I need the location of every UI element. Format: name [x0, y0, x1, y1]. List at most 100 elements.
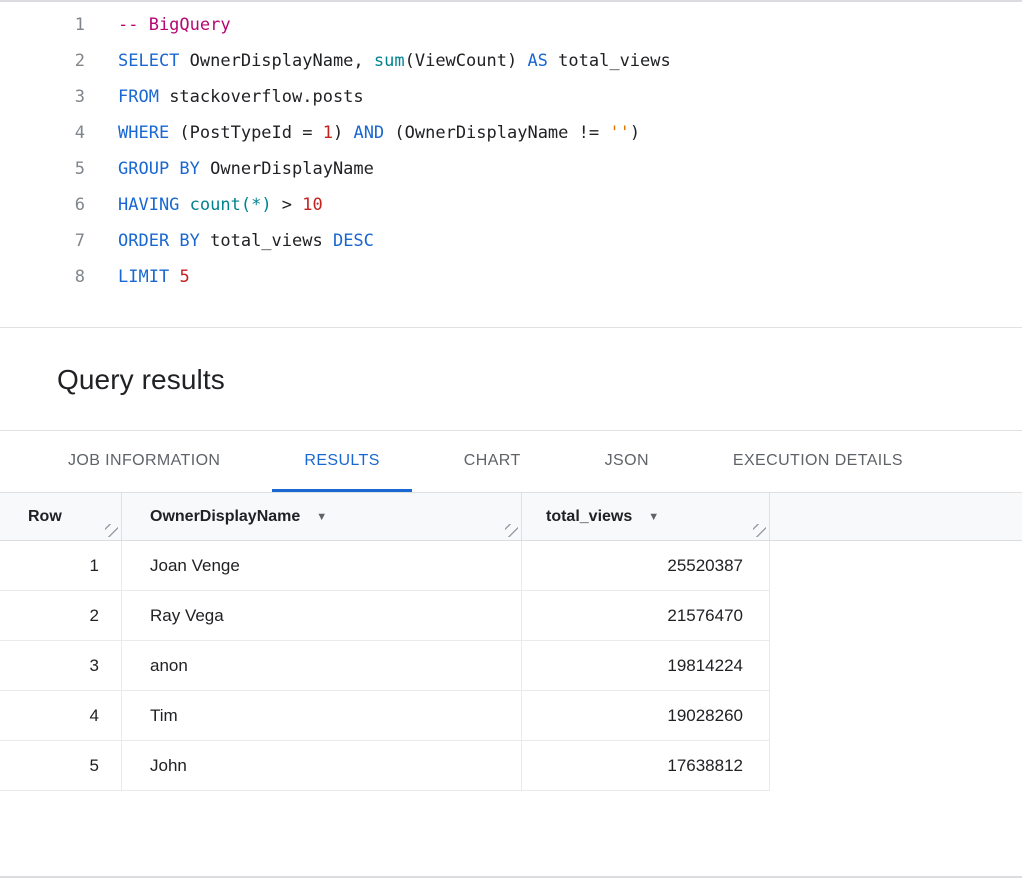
- code-token-number: 10: [302, 195, 322, 215]
- sort-arrow-icon[interactable]: ▼: [316, 511, 327, 523]
- owner-display-name-cell: Tim: [122, 691, 522, 740]
- code-token-keyword: HAVING: [118, 195, 179, 215]
- table-row: 1Joan Venge25520387: [0, 541, 770, 591]
- code-token-keyword: AND: [353, 123, 384, 143]
- column-resize-handle-icon[interactable]: [753, 524, 766, 537]
- tab-chart[interactable]: CHART: [432, 431, 553, 492]
- code-token-function: sum: [374, 51, 405, 71]
- line-number: 8: [0, 259, 85, 295]
- total-views-cell: 19814224: [522, 641, 770, 690]
- code-text: -- BigQuery: [118, 7, 231, 43]
- code-token-function: count(*): [190, 195, 272, 215]
- table-row: 2Ray Vega21576470: [0, 591, 770, 641]
- code-token-text: ): [333, 123, 353, 143]
- code-token-text: ): [630, 123, 640, 143]
- table-header-row: Row OwnerDisplayName ▼ total_views ▼: [0, 493, 1022, 541]
- column-header-row[interactable]: Row: [0, 493, 122, 540]
- code-token-keyword: AS: [527, 51, 547, 71]
- code-line: 8 LIMIT 5: [0, 259, 1022, 295]
- column-resize-handle-icon[interactable]: [505, 524, 518, 537]
- tab-results[interactable]: RESULTS: [272, 431, 411, 492]
- column-header-label: Row: [28, 508, 62, 526]
- row-number-cell: 1: [0, 541, 122, 590]
- line-number: 1: [0, 7, 85, 43]
- line-number: 7: [0, 223, 85, 259]
- table-body: 1Joan Venge255203872Ray Vega215764703ano…: [0, 541, 1022, 791]
- query-results-title: Query results: [57, 364, 1022, 396]
- code-token-number: 1: [323, 123, 333, 143]
- code-line: 5 GROUP BY OwnerDisplayName: [0, 151, 1022, 187]
- code-token-keyword: WHERE: [118, 123, 169, 143]
- line-number: 5: [0, 151, 85, 187]
- column-resize-handle-icon[interactable]: [105, 524, 118, 537]
- code-line: 2 SELECT OwnerDisplayName, sum(ViewCount)…: [0, 43, 1022, 79]
- code-token-keyword: GROUP BY: [118, 159, 200, 179]
- line-number: 4: [0, 115, 85, 151]
- line-number: 6: [0, 187, 85, 223]
- column-header-total_views[interactable]: total_views ▼: [522, 493, 770, 540]
- query-results-section: Query results: [0, 328, 1022, 431]
- code-line: 6 HAVING count(*) > 10: [0, 187, 1022, 223]
- code-token-text: [169, 267, 179, 287]
- column-header-fill: [770, 493, 1022, 540]
- code-text: HAVING count(*) > 10: [118, 187, 323, 223]
- code-line: 4 WHERE (PostTypeId = 1) AND (OwnerDispla…: [0, 115, 1022, 151]
- code-text: LIMIT 5: [118, 259, 190, 295]
- code-token-text: OwnerDisplayName,: [179, 51, 373, 71]
- total-views-cell: 17638812: [522, 741, 770, 790]
- total-views-cell: 21576470: [522, 591, 770, 640]
- code-token-number: 5: [179, 267, 189, 287]
- code-token-text: (ViewCount): [405, 51, 528, 71]
- code-token-keyword: SELECT: [118, 51, 179, 71]
- code-token-keyword: DESC: [333, 231, 374, 251]
- code-token-keyword: FROM: [118, 87, 159, 107]
- row-number-cell: 5: [0, 741, 122, 790]
- total-views-cell: 25520387: [522, 541, 770, 590]
- code-line: 7 ORDER BY total_views DESC: [0, 223, 1022, 259]
- code-line: 3 FROM stackoverflow.posts: [0, 79, 1022, 115]
- code-line: 1 -- BigQuery: [0, 7, 1022, 43]
- code-token-text: stackoverflow.posts: [159, 87, 364, 107]
- code-token-text: (OwnerDisplayName !=: [384, 123, 609, 143]
- code-token-text: [179, 195, 189, 215]
- code-text: ORDER BY total_views DESC: [118, 223, 374, 259]
- code-text: WHERE (PostTypeId = 1) AND (OwnerDisplay…: [118, 115, 640, 151]
- code-lines: 1 -- BigQuery 2 SELECT OwnerDisplayName, su…: [0, 7, 1022, 295]
- sort-arrow-icon[interactable]: ▼: [648, 511, 659, 523]
- tab-execution-details[interactable]: EXECUTION DETAILS: [701, 431, 935, 492]
- owner-display-name-cell: John: [122, 741, 522, 790]
- row-number-cell: 3: [0, 641, 122, 690]
- results-table: Row OwnerDisplayName ▼ total_views ▼ 1Joan V…: [0, 493, 1022, 791]
- table-row: 3anon19814224: [0, 641, 770, 691]
- line-number: 2: [0, 43, 85, 79]
- sql-editor[interactable]: 1 -- BigQuery 2 SELECT OwnerDisplayName, su…: [0, 2, 1022, 328]
- bigquery-console: 1 -- BigQuery 2 SELECT OwnerDisplayName, su…: [0, 0, 1022, 878]
- code-text: SELECT OwnerDisplayName, sum(ViewCount) …: [118, 43, 671, 79]
- owner-display-name-cell: anon: [122, 641, 522, 690]
- code-token-text: total_views: [548, 51, 671, 71]
- code-token-text: OwnerDisplayName: [200, 159, 374, 179]
- code-token-keyword: ORDER BY: [118, 231, 200, 251]
- column-header-label: total_views: [546, 508, 632, 526]
- code-token-text: total_views: [200, 231, 333, 251]
- row-number-cell: 2: [0, 591, 122, 640]
- table-row: 5John17638812: [0, 741, 770, 791]
- tab-json[interactable]: JSON: [573, 431, 681, 492]
- line-number: 3: [0, 79, 85, 115]
- owner-display-name-cell: Joan Venge: [122, 541, 522, 590]
- table-row: 4Tim19028260: [0, 691, 770, 741]
- tab-job-information[interactable]: JOB INFORMATION: [36, 431, 252, 492]
- code-token-keyword: LIMIT: [118, 267, 169, 287]
- owner-display-name-cell: Ray Vega: [122, 591, 522, 640]
- row-number-cell: 4: [0, 691, 122, 740]
- column-header-label: OwnerDisplayName: [150, 508, 300, 526]
- column-header-ownerdisplayname[interactable]: OwnerDisplayName ▼: [122, 493, 522, 540]
- results-tab-bar: JOB INFORMATION RESULTS CHART JSON EXECUTION…: [0, 431, 1022, 493]
- code-token-text: >: [272, 195, 303, 215]
- code-text: GROUP BY OwnerDisplayName: [118, 151, 374, 187]
- code-token-comment: -- BigQuery: [118, 15, 231, 35]
- code-token-string: '': [609, 123, 629, 143]
- code-text: FROM stackoverflow.posts: [118, 79, 364, 115]
- total-views-cell: 19028260: [522, 691, 770, 740]
- code-token-text: (PostTypeId =: [169, 123, 323, 143]
